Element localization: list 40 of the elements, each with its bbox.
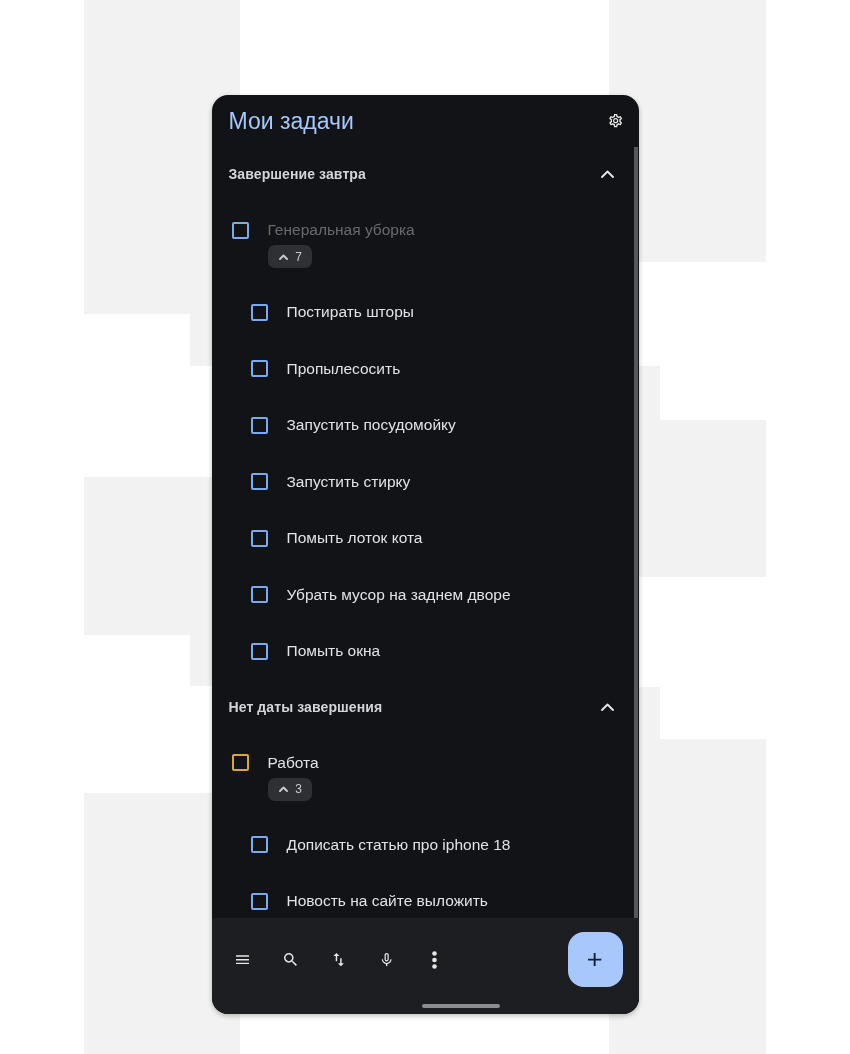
task-title: Дописать статью про iphone 18 — [286, 834, 511, 855]
task-title: Постирать шторы — [286, 302, 414, 323]
checkbox[interactable] — [250, 642, 268, 660]
settings-icon — [608, 114, 623, 128]
menu-icon — [235, 952, 250, 967]
section-title: Нет даты завершения — [228, 698, 383, 715]
checkbox[interactable] — [250, 416, 268, 434]
checkbox[interactable] — [250, 360, 268, 378]
section-title: Завершение завтра — [228, 166, 366, 182]
task-title: Помыть окна — [286, 641, 381, 662]
checkbox[interactable] — [231, 754, 249, 771]
chevron-up-icon — [601, 170, 614, 178]
search-icon — [283, 952, 298, 967]
task-title: Запустить стирку — [286, 471, 411, 492]
checkbox[interactable] — [250, 529, 268, 547]
task-title: Пропылесосить — [286, 358, 401, 379]
task-title: Генеральная уборка — [267, 220, 415, 240]
scrollbar[interactable] — [633, 147, 638, 918]
checkbox[interactable] — [250, 303, 268, 321]
plus-icon — [588, 952, 602, 967]
checkbox[interactable] — [250, 836, 268, 854]
vertical-dots-icon — [432, 950, 437, 969]
checkbox[interactable] — [231, 221, 249, 239]
microphone-icon — [379, 952, 394, 967]
task-title: Новость на сайте выложить — [286, 891, 488, 912]
app-title: Мои задачи — [228, 107, 354, 135]
checkbox[interactable] — [250, 586, 268, 604]
task-title: Убрать мусор на заднем дворе — [286, 584, 511, 605]
subtask-toggle[interactable]: 7 — [267, 245, 312, 268]
chevron-up-icon — [601, 702, 614, 711]
up-down-arrows-icon — [331, 952, 346, 967]
subtask-toggle[interactable]: 3 — [267, 777, 312, 801]
task-title: Запустить посудомойку — [286, 415, 456, 436]
task-title: Помыть лоток кота — [286, 528, 423, 549]
checkbox[interactable] — [250, 473, 268, 491]
checkbox[interactable] — [250, 892, 268, 910]
caret-up-icon — [279, 253, 289, 260]
add-button[interactable] — [567, 932, 623, 987]
task-title: Работа — [267, 752, 319, 773]
caret-up-icon — [279, 786, 289, 792]
